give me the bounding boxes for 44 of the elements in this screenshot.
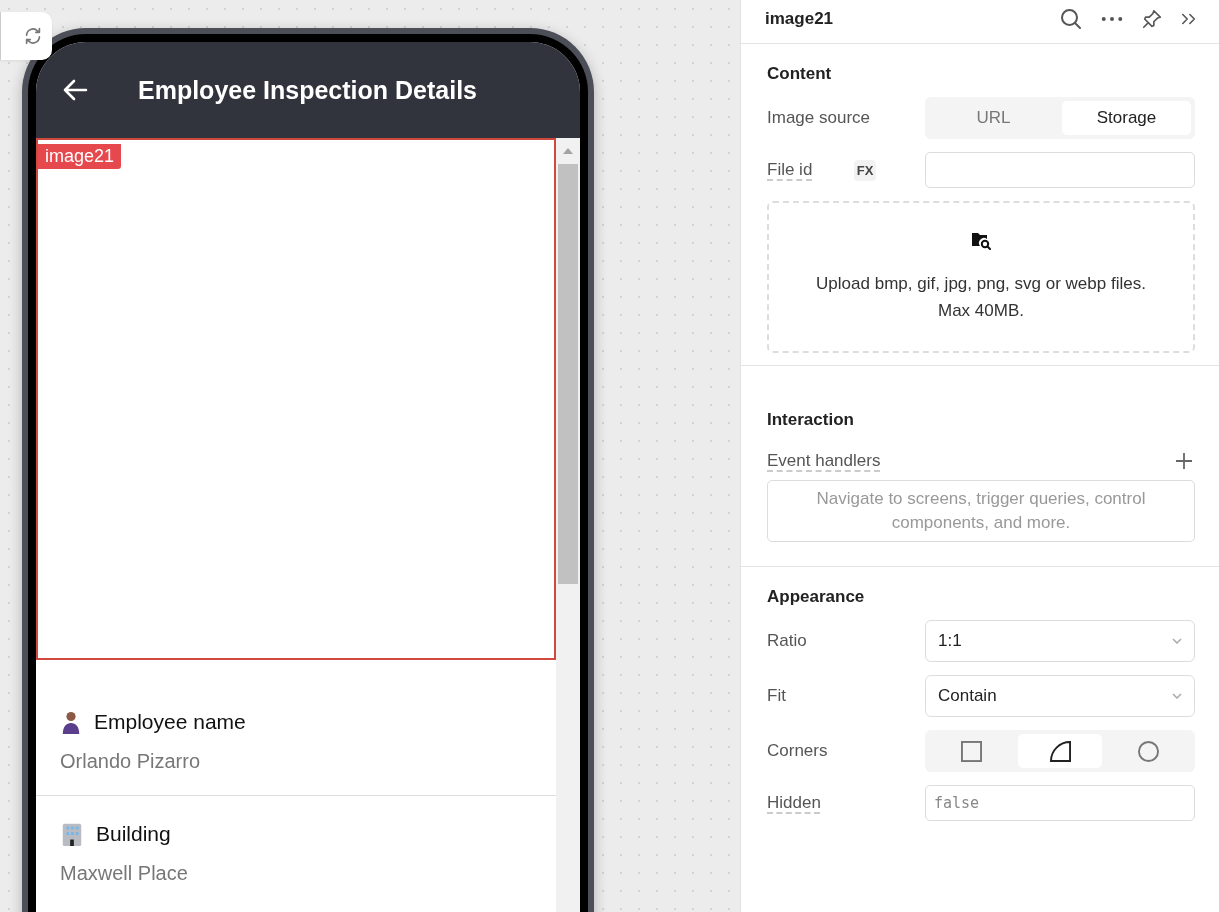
upload-hint: Upload bmp, gif, jpg, png, svg or webp files. Max 40MB.: [816, 273, 1146, 322]
collapse-icon[interactable]: [1181, 11, 1197, 26]
property-label: Hidden: [767, 793, 821, 813]
input-field[interactable]: [925, 152, 1195, 188]
component-label: image21: [38, 144, 122, 169]
scrollbar[interactable]: [556, 138, 580, 912]
property-label: Event handlers: [767, 451, 881, 471]
input-field[interactable]: false: [925, 785, 1195, 821]
fit-select[interactable]: Contain: [925, 675, 1195, 717]
person-icon: [60, 710, 82, 734]
property-label: File id: [767, 160, 813, 180]
empty-hint: Navigate to screens, trigger queries, control components, and more.: [816, 489, 1146, 532]
section-title: Appearance: [767, 587, 866, 607]
field-label: Building: [96, 822, 171, 846]
folder-search-icon: [971, 230, 991, 250]
property-label: Ratio: [767, 631, 808, 651]
add-icon[interactable]: [1175, 452, 1193, 470]
section-title: Interaction: [767, 410, 855, 430]
corner-option[interactable]: [1017, 734, 1103, 768]
image-placeholder[interactable]: image21: [36, 138, 556, 660]
section-title: Content: [767, 64, 833, 84]
square-icon: [960, 740, 982, 762]
pin-icon[interactable]: [1141, 7, 1163, 30]
building-icon: [60, 822, 84, 846]
property-label: Fit: [767, 686, 787, 706]
more-icon[interactable]: [1101, 15, 1123, 22]
search-icon[interactable]: [1059, 6, 1083, 31]
segment-option[interactable]: URL: [929, 101, 1058, 135]
rounded-corner-icon: [1049, 740, 1071, 762]
field-value: Maxwell Place: [60, 862, 189, 885]
field-label: Employee name: [94, 710, 246, 734]
ratio-select[interactable]: 1:1: [925, 620, 1195, 662]
back-arrow-icon[interactable]: [62, 79, 88, 101]
property-label: Corners: [767, 741, 829, 761]
property-label: Image source: [767, 108, 871, 128]
component-name: image21: [765, 8, 834, 29]
circle-icon: [1138, 740, 1160, 762]
chevron-down-icon: [1172, 693, 1182, 699]
field-value: Orlando Pizarro: [60, 750, 202, 773]
screen-title: Employee Inspection Details: [138, 75, 477, 105]
segment-option[interactable]: Storage: [1062, 101, 1191, 135]
upload-dropzone[interactable]: Upload bmp, gif, jpg, png, svg or webp files. Max 40MB.: [767, 201, 1195, 353]
fx-toggle[interactable]: FX: [853, 159, 877, 181]
chevron-down-icon: [1172, 638, 1182, 644]
